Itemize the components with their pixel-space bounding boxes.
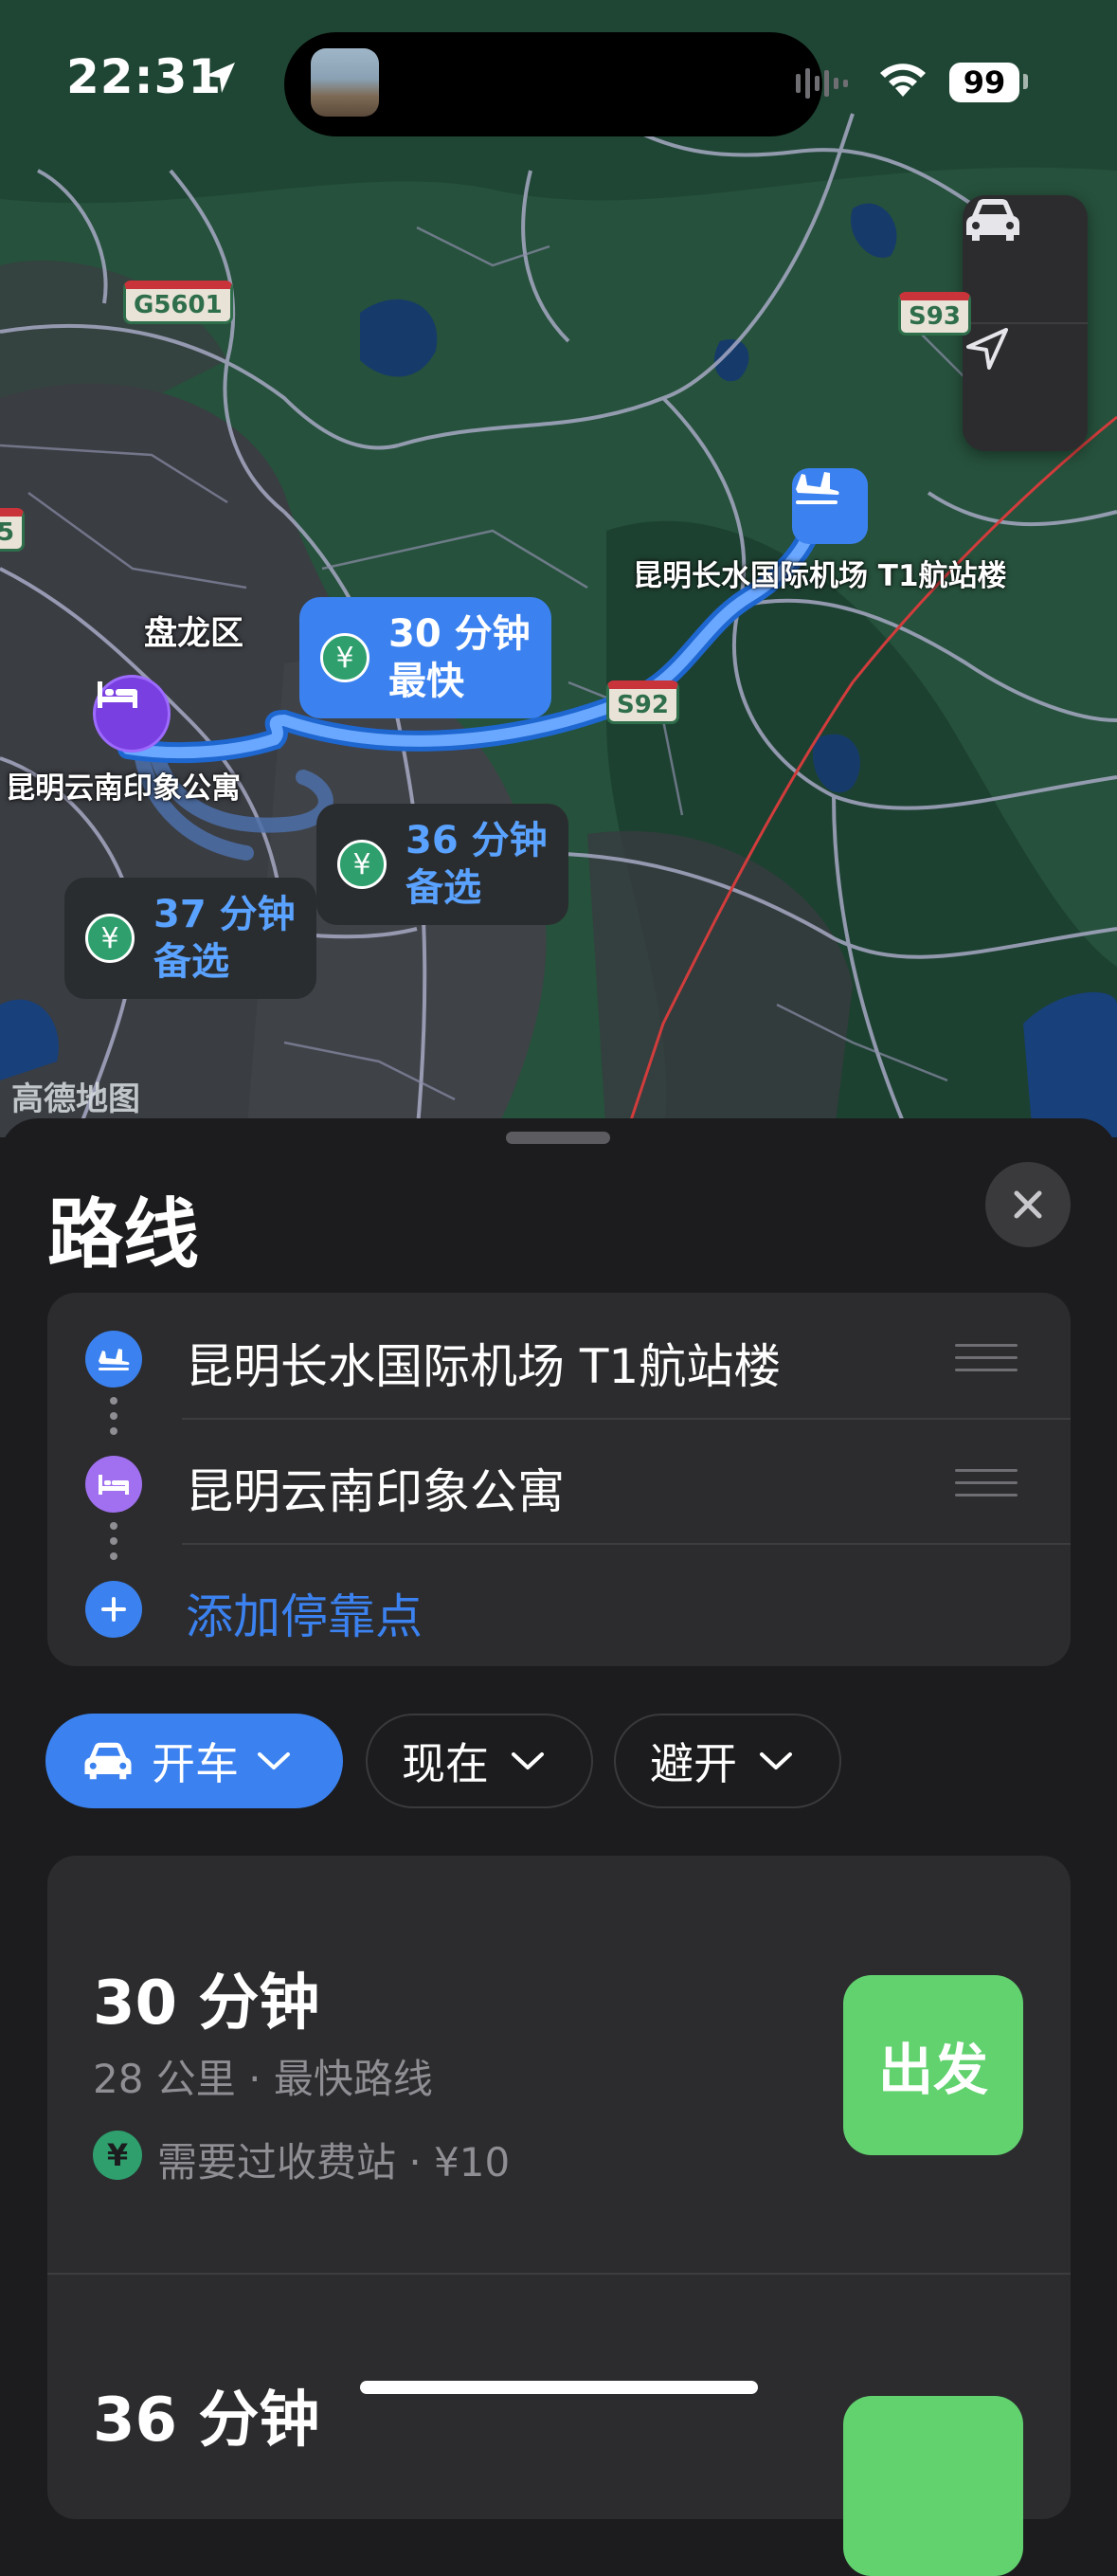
go-button-secondary[interactable]	[843, 2396, 1023, 2576]
route-duration: 36 分钟	[93, 2386, 320, 2456]
stop-label: 昆明长水国际机场 T1航站楼	[186, 1339, 782, 1394]
route-bubble-tag: 备选	[153, 940, 229, 984]
status-time: 22:31	[66, 49, 223, 104]
road-shield-edge: 5	[0, 508, 26, 552]
route-bubble-time: 37 分钟	[153, 893, 296, 936]
toll-yen-icon: ¥	[337, 840, 387, 889]
hotel-marker[interactable]	[93, 675, 171, 753]
plus-icon	[85, 1581, 142, 1638]
bed-icon	[98, 681, 137, 708]
road-shield-g5601: G5601	[123, 281, 233, 324]
map-controls	[963, 195, 1088, 451]
avoid-options-selector[interactable]: 避开	[614, 1714, 841, 1808]
stop-label: 昆明云南印象公寓	[186, 1464, 565, 1519]
depart-time-selector[interactable]: 现在	[366, 1714, 593, 1808]
locate-me-button[interactable]	[963, 324, 1088, 451]
toll-info: 需要过收费站 · ¥10	[157, 2139, 511, 2186]
add-stop-label: 添加停靠点	[186, 1589, 423, 1644]
toll-yen-icon: ¥	[320, 633, 369, 682]
avoid-label: 避开	[650, 1738, 737, 1789]
route-bubble-tag: 最快	[388, 660, 464, 703]
map-view[interactable]: 22:31 99 G5601 S93 S92 5 昆明长水国际机场 T1航站楼 …	[0, 0, 1117, 1137]
go-button[interactable]: 出发	[843, 1975, 1023, 2155]
add-stop-button[interactable]: 添加停靠点	[47, 1543, 1071, 1668]
bed-icon	[85, 1456, 142, 1513]
route-bubble-alt-37[interactable]: ¥ 37 分钟 备选	[64, 878, 316, 999]
stop-destination[interactable]: 昆明云南印象公寓	[47, 1418, 1071, 1543]
toll-yen-icon: ¥	[93, 2131, 142, 2180]
sheet-title: 路线	[47, 1190, 199, 1279]
route-bubble-time: 30 分钟	[388, 612, 531, 656]
route-stops: 昆明长水国际机场 T1航站楼 昆明云南印象公寓 添加停靠点	[47, 1293, 1071, 1666]
map-provider-logo: 高德地图	[11, 1080, 140, 1118]
close-icon	[1014, 1190, 1042, 1219]
chevron-down-icon	[760, 1752, 792, 1769]
plane-landing-icon	[796, 472, 839, 504]
depart-time-label: 现在	[402, 1738, 489, 1789]
car-icon	[84, 1742, 132, 1780]
home-indicator[interactable]	[360, 2381, 758, 2394]
transport-mode-button[interactable]	[963, 195, 1088, 322]
reorder-handle-icon[interactable]	[955, 1469, 1018, 1499]
hotel-label: 昆明云南印象公寓	[6, 771, 241, 806]
battery-cap	[1023, 74, 1028, 89]
transport-mode-label: 开车	[152, 1738, 239, 1789]
now-playing-artwork	[311, 48, 379, 117]
route-bubble-tag: 备选	[405, 866, 481, 910]
route-detail: 28 公里 · 最快路线	[93, 2056, 433, 2102]
plane-icon	[85, 1331, 142, 1388]
sheet-grabber[interactable]	[506, 1132, 610, 1144]
route-bubble-time: 36 分钟	[405, 819, 548, 862]
dynamic-island[interactable]	[284, 32, 848, 136]
road-shield-s93: S93	[898, 292, 971, 336]
airport-marker[interactable]	[792, 468, 868, 544]
close-button[interactable]	[985, 1162, 1071, 1247]
reorder-handle-icon[interactable]	[955, 1344, 1018, 1374]
airport-label: 昆明长水国际机场 T1航站楼	[633, 559, 1007, 593]
route-bubble-alt-36[interactable]: ¥ 36 分钟 备选	[316, 804, 568, 925]
route-options-card: 30 分钟 28 公里 · 最快路线 ¥ 需要过收费站 · ¥10 出发 36 …	[47, 1856, 1071, 2576]
route-duration: 30 分钟	[93, 1968, 320, 2039]
stop-origin[interactable]: 昆明长水国际机场 T1航站楼	[47, 1293, 1071, 1418]
transport-mode-selector[interactable]: 开车	[45, 1714, 343, 1808]
road-shield-s92: S92	[606, 680, 679, 724]
district-label: 盘龙区	[144, 615, 244, 653]
toll-yen-icon: ¥	[85, 914, 135, 963]
chevron-down-icon	[258, 1752, 290, 1769]
route-bubble-fastest[interactable]: ¥ 30 分钟 最快	[299, 597, 551, 718]
chevron-down-icon	[512, 1752, 544, 1769]
battery-level: 99	[949, 63, 1019, 102]
route-divider	[47, 2273, 1071, 2275]
car-icon	[966, 199, 1019, 241]
